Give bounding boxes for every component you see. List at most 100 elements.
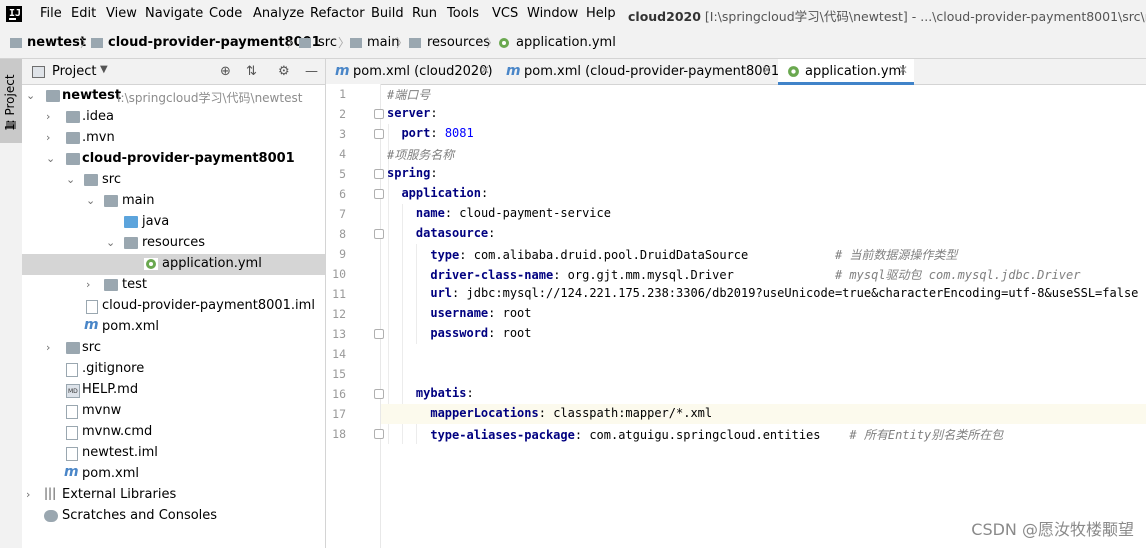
code-line[interactable]: url: jdbc:mysql://124.221.175.238:3306/d… bbox=[326, 284, 1146, 304]
menu-analyze[interactable]: Analyze bbox=[253, 6, 304, 21]
menu-refactor[interactable]: Refactor bbox=[310, 6, 365, 21]
yaml-comment: #项服务名称 bbox=[387, 148, 455, 162]
code-area[interactable]: #端口号 server: port: 8081 #项服务名称 spring: appl… bbox=[326, 84, 1146, 548]
tree-item-java[interactable]: java bbox=[22, 212, 325, 233]
fold-marker-icon[interactable] bbox=[374, 109, 384, 119]
locate-icon[interactable]: ⊕ bbox=[220, 64, 231, 79]
tree-item-label: src bbox=[82, 340, 101, 355]
breadcrumb-src[interactable]: src bbox=[318, 35, 337, 50]
project-panel: Project ▼ ⊕ ⇅ ⚙ — ⌄ newtest I:\springclo… bbox=[22, 59, 326, 548]
fold-marker-icon[interactable] bbox=[374, 169, 384, 179]
code-line[interactable]: #项服务名称 bbox=[326, 144, 1146, 164]
resources-folder-icon bbox=[409, 38, 421, 48]
chevron-right-icon[interactable]: › bbox=[46, 110, 50, 123]
project-tool-tab[interactable]: 1: Project bbox=[0, 59, 22, 143]
chevron-down-icon[interactable]: ⌄ bbox=[106, 236, 115, 249]
tree-item-idea[interactable]: › .idea bbox=[22, 107, 325, 128]
code-line[interactable]: username: root bbox=[326, 304, 1146, 324]
tree-item-help-md[interactable]: MD HELP.md bbox=[22, 380, 325, 401]
tab-application-yml[interactable]: application.yml ✕ bbox=[778, 59, 914, 85]
tree-item-module-pom[interactable]: m pom.xml bbox=[22, 317, 325, 338]
menu-view[interactable]: View bbox=[106, 6, 137, 21]
tree-item-newtest[interactable]: ⌄ newtest I:\springcloud学习\代码\newtest bbox=[22, 86, 325, 107]
yaml-key: mapperLocations bbox=[430, 406, 539, 420]
code-text: #项服务名称 bbox=[387, 146, 454, 163]
code-line[interactable]: datasource: bbox=[326, 224, 1146, 244]
menu-navigate[interactable]: Navigate bbox=[145, 6, 203, 21]
fold-marker-icon[interactable] bbox=[374, 429, 384, 439]
tree-item-path-hint: I:\springcloud学习\代码\newtest bbox=[117, 91, 303, 105]
menu-run[interactable]: Run bbox=[412, 6, 437, 21]
code-line[interactable] bbox=[326, 364, 1146, 384]
chevron-down-icon[interactable]: ⌄ bbox=[46, 152, 55, 165]
fold-marker-icon[interactable] bbox=[374, 389, 384, 399]
breadcrumb-application-yml[interactable]: application.yml bbox=[516, 35, 616, 50]
tree-item-root-src[interactable]: › src bbox=[22, 338, 325, 359]
chevron-right-icon[interactable]: › bbox=[26, 488, 30, 501]
chevron-down-icon[interactable]: ⌄ bbox=[26, 89, 35, 102]
menu-file[interactable]: File bbox=[40, 6, 62, 21]
breadcrumb-resources[interactable]: resources bbox=[427, 35, 490, 50]
close-icon[interactable]: ✕ bbox=[898, 63, 908, 77]
chevron-right-icon[interactable]: › bbox=[46, 131, 50, 144]
tree-item-src[interactable]: ⌄ src bbox=[22, 170, 325, 191]
close-icon[interactable]: ✕ bbox=[480, 63, 490, 77]
fold-marker-icon[interactable] bbox=[374, 229, 384, 239]
tree-item-mvnw[interactable]: mvnw bbox=[22, 401, 325, 422]
code-line[interactable]: name: cloud-payment-service bbox=[326, 204, 1146, 224]
chevron-right-icon[interactable]: › bbox=[86, 278, 90, 291]
menu-vcs[interactable]: VCS bbox=[492, 6, 518, 21]
tree-item-application-yml[interactable]: application.yml bbox=[22, 254, 325, 275]
chevron-down-icon[interactable]: ⌄ bbox=[86, 194, 95, 207]
tree-item-module-iml[interactable]: cloud-provider-payment8001.iml bbox=[22, 296, 325, 317]
menu-help[interactable]: Help bbox=[586, 6, 616, 21]
menu-tools[interactable]: Tools bbox=[447, 6, 479, 21]
tree-item-resources[interactable]: ⌄ resources bbox=[22, 233, 325, 254]
chevron-down-icon[interactable]: ▼ bbox=[100, 64, 108, 75]
menu-window[interactable]: Window bbox=[527, 6, 578, 21]
fold-marker-icon[interactable] bbox=[374, 189, 384, 199]
fold-marker-icon[interactable] bbox=[374, 329, 384, 339]
breadcrumb-newtest[interactable]: newtest bbox=[27, 35, 86, 50]
code-line[interactable]: #端口号 bbox=[326, 84, 1146, 104]
code-line[interactable]: driver-class-name: org.gjt.mm.mysql.Driv… bbox=[326, 264, 1146, 284]
menu-code[interactable]: Code bbox=[209, 6, 242, 21]
fold-marker-icon[interactable] bbox=[374, 129, 384, 139]
yaml-separator: : bbox=[574, 428, 590, 442]
tree-item-module[interactable]: ⌄ cloud-provider-payment8001 bbox=[22, 149, 325, 170]
chevron-right-icon[interactable]: › bbox=[46, 341, 50, 354]
menu-edit[interactable]: Edit bbox=[71, 6, 96, 21]
tab-pom-cloud2020[interactable]: m pom.xml (cloud2020) ✕ bbox=[326, 59, 496, 84]
tree-item-label: mvnw bbox=[82, 403, 122, 418]
gear-icon[interactable]: ⚙ bbox=[278, 64, 290, 79]
minimize-icon[interactable]: — bbox=[305, 64, 318, 79]
tab-pom-payment8001[interactable]: m pom.xml (cloud-provider-payment8001) ✕ bbox=[497, 59, 784, 84]
tree-item-external-libraries[interactable]: › ||| External Libraries bbox=[22, 485, 325, 506]
tree-item-gitignore[interactable]: .gitignore bbox=[22, 359, 325, 380]
project-panel-title[interactable]: Project bbox=[52, 64, 96, 79]
breadcrumb-main[interactable]: main bbox=[367, 35, 399, 50]
code-line[interactable] bbox=[326, 344, 1146, 364]
code-line[interactable]: mybatis: bbox=[326, 384, 1146, 404]
collapse-all-icon[interactable]: ⇅ bbox=[246, 64, 257, 79]
chevron-down-icon[interactable]: ⌄ bbox=[66, 173, 75, 186]
tree-item-newtest-iml[interactable]: newtest.iml bbox=[22, 443, 325, 464]
folder-icon bbox=[104, 195, 118, 207]
tree-item-scratches[interactable]: Scratches and Consoles bbox=[22, 506, 325, 527]
code-line[interactable]: password: root bbox=[326, 324, 1146, 344]
code-line[interactable]: application: bbox=[326, 184, 1146, 204]
code-line[interactable]: mapperLocations: classpath:mapper/*.xml bbox=[326, 404, 1146, 424]
code-line[interactable]: type-aliases-package: com.atguigu.spring… bbox=[326, 424, 1146, 444]
tree-item-root-pom[interactable]: m pom.xml bbox=[22, 464, 325, 485]
tree-item-label: newtest bbox=[62, 88, 122, 103]
tree-item-test[interactable]: › test bbox=[22, 275, 325, 296]
tree-item-mvnw-cmd[interactable]: mvnw.cmd bbox=[22, 422, 325, 443]
close-icon[interactable]: ✕ bbox=[762, 63, 772, 77]
code-line[interactable]: type: com.alibaba.druid.pool.DruidDataSo… bbox=[326, 244, 1146, 264]
tree-item-main[interactable]: ⌄ main bbox=[22, 191, 325, 212]
code-line[interactable]: port: 8081 bbox=[326, 124, 1146, 144]
menu-build[interactable]: Build bbox=[371, 6, 404, 21]
code-line[interactable]: spring: bbox=[326, 164, 1146, 184]
code-line[interactable]: server: bbox=[326, 104, 1146, 124]
tree-item-mvn[interactable]: › .mvn bbox=[22, 128, 325, 149]
